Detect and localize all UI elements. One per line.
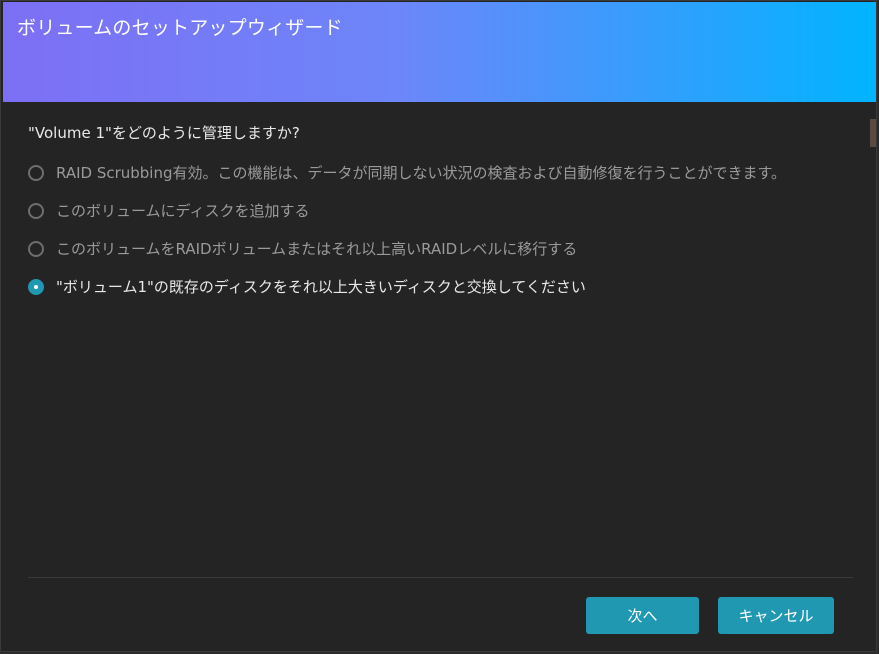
radio-button-unchecked[interactable] xyxy=(28,203,44,219)
cancel-button[interactable]: キャンセル xyxy=(718,597,834,634)
radio-button-unchecked[interactable] xyxy=(28,241,44,257)
footer-divider xyxy=(28,577,853,578)
management-options: RAID Scrubbing有効。この機能は、データが同期しない状況の検査および… xyxy=(28,153,858,305)
option-raid-scrubbing[interactable]: RAID Scrubbing有効。この機能は、データが同期しない状況の検査および… xyxy=(28,153,858,191)
option-replace-disks[interactable]: "ボリューム1"の既存のディスクをそれ以上大きいディスクと交換してください xyxy=(28,267,858,305)
option-migrate-raid[interactable]: このボリュームをRAIDボリュームまたはそれ以上高いRAIDレベルに移行する xyxy=(28,229,858,267)
option-add-disk[interactable]: このボリュームにディスクを追加する xyxy=(28,191,858,229)
option-label: このボリュームにディスクを追加する xyxy=(56,201,310,220)
background-window-edge xyxy=(870,119,876,147)
option-label: このボリュームをRAIDボリュームまたはそれ以上高いRAIDレベルに移行する xyxy=(56,239,578,258)
next-button[interactable]: 次へ xyxy=(586,597,699,634)
volume-setup-wizard-dialog: ボリュームのセットアップウィザード "Volume 1"をどのように管理しますか… xyxy=(0,0,877,652)
dialog-header: ボリュームのセットアップウィザード xyxy=(3,2,876,102)
dialog-title: ボリュームのセットアップウィザード xyxy=(17,17,343,39)
option-label: RAID Scrubbing有効。この機能は、データが同期しない状況の検査および… xyxy=(56,163,787,182)
question-text: "Volume 1"をどのように管理しますか? xyxy=(28,124,300,142)
option-label: "ボリューム1"の既存のディスクをそれ以上大きいディスクと交換してください xyxy=(56,277,586,296)
radio-button-checked[interactable] xyxy=(28,279,44,295)
radio-button-unchecked[interactable] xyxy=(28,165,44,181)
